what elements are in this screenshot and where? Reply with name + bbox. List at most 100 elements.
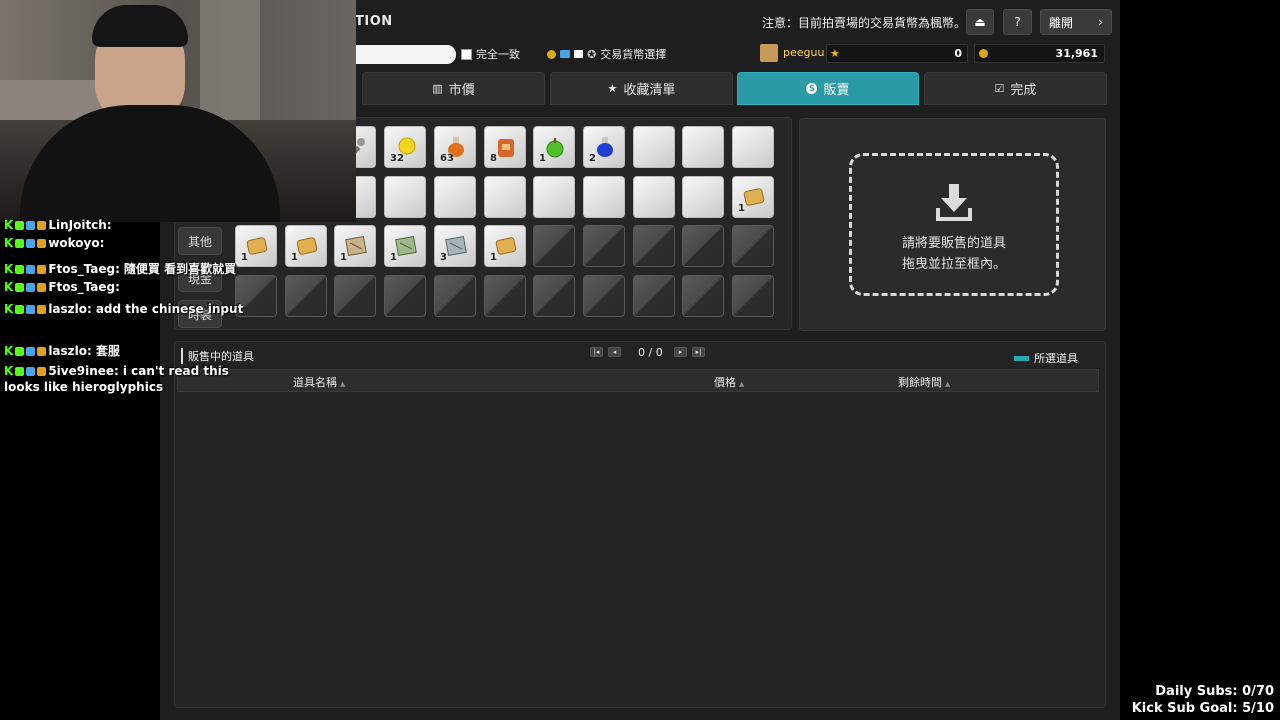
legend-swatch xyxy=(1014,355,1029,361)
empty-slot[interactable] xyxy=(434,176,476,218)
empty-slot[interactable] xyxy=(732,126,774,168)
empty-slot[interactable] xyxy=(533,176,575,218)
inventory-item-scroll-gold[interactable]: 1 xyxy=(732,176,774,218)
empty-slot[interactable] xyxy=(633,176,675,218)
empty-slot[interactable] xyxy=(682,126,724,168)
locked-slot[interactable] xyxy=(533,275,575,317)
locked-slot[interactable] xyxy=(334,275,376,317)
chat-badge-icon xyxy=(26,221,36,230)
locked-slot[interactable] xyxy=(732,275,774,317)
item-quantity: 1 xyxy=(340,252,347,263)
chat-badge-icon xyxy=(15,239,25,248)
locked-slot[interactable] xyxy=(682,275,724,317)
empty-slot[interactable] xyxy=(682,176,724,218)
inventory-item-yellow-orb[interactable]: 32 xyxy=(384,126,426,168)
inventory-item-potion-blue[interactable]: 2 xyxy=(583,126,625,168)
inventory-item-map-green[interactable]: 1 xyxy=(384,225,426,267)
column-price[interactable]: 價格 ▲ xyxy=(714,374,744,390)
download-icon xyxy=(936,184,972,221)
locked-slot[interactable] xyxy=(285,275,327,317)
chat-badge-icon xyxy=(26,367,36,376)
chat-badge-icon xyxy=(26,265,36,274)
locked-slot[interactable] xyxy=(583,225,625,267)
chat-badge-icon xyxy=(15,347,25,356)
locked-slot[interactable] xyxy=(384,275,426,317)
inventory-item-scroll-gold[interactable]: 1 xyxy=(235,225,277,267)
page-indicator: 0 / 0 xyxy=(638,346,663,359)
column-item-name[interactable]: 道具名稱 ▲ xyxy=(293,374,345,390)
ticket-icon xyxy=(574,50,583,58)
chat-username: laszlo: xyxy=(48,302,92,316)
exact-match-checkbox[interactable] xyxy=(461,48,472,60)
chat-message: Klaszlo: 套服 xyxy=(4,342,120,359)
first-page-button[interactable]: |◂ xyxy=(590,347,603,357)
item-quantity: 1 xyxy=(291,252,298,263)
locked-slot[interactable] xyxy=(583,275,625,317)
selected-item-legend: 所選道具 xyxy=(1014,350,1078,366)
kick-badge-icon: K xyxy=(4,302,14,316)
help-button[interactable]: ? xyxy=(1003,9,1032,35)
inventory-item-map-brown[interactable]: 1 xyxy=(334,225,376,267)
legend-label: 所選道具 xyxy=(1034,352,1078,365)
empty-slot[interactable] xyxy=(583,176,625,218)
exact-match-label: 完全一致 xyxy=(476,48,520,61)
inventory-item-scroll-gold[interactable]: 1 xyxy=(484,225,526,267)
chat-badge-icon xyxy=(37,305,47,314)
inventory-item-bag-orange[interactable]: 8 xyxy=(484,126,526,168)
currency-select[interactable]: ✪ 交易貨幣選擇 xyxy=(547,46,666,62)
inventory-item-scroll-gold[interactable]: 1 xyxy=(285,225,327,267)
leave-button[interactable]: 離開 › xyxy=(1040,9,1112,35)
empty-slot[interactable] xyxy=(484,176,526,218)
chat-badge-icon xyxy=(26,239,36,248)
kick-sub-goal: Kick Sub Goal: 5/10 xyxy=(1131,701,1274,716)
collapse-button[interactable]: ⏏ xyxy=(966,9,994,35)
column-time-left[interactable]: 剩餘時間 ▲ xyxy=(898,374,950,390)
locked-slot[interactable] xyxy=(533,225,575,267)
tab-sell[interactable]: S 販賣 xyxy=(737,72,919,105)
chat-message: Klaszlo: add the chinese input xyxy=(4,302,243,316)
star-points-value: 0 xyxy=(954,47,962,60)
inventory-item-potion-orange[interactable]: 63 xyxy=(434,126,476,168)
coin-s-icon: S xyxy=(806,83,818,94)
locked-slot[interactable] xyxy=(682,225,724,267)
empty-slot[interactable] xyxy=(633,126,675,168)
tab-completed[interactable]: ☑ 完成 xyxy=(924,72,1107,105)
sort-icon: ▲ xyxy=(945,380,951,388)
locked-slot[interactable] xyxy=(484,275,526,317)
locked-slot[interactable] xyxy=(434,275,476,317)
tab-wishlist[interactable]: ★ 收藏清單 xyxy=(550,72,733,105)
star-icon: ★ xyxy=(830,47,840,60)
item-quantity: 1 xyxy=(490,252,497,263)
chat-badge-icon xyxy=(26,283,36,292)
locked-slot[interactable] xyxy=(633,225,675,267)
tab-market-price[interactable]: ▥ 市價 xyxy=(362,72,545,105)
tab-label: 市價 xyxy=(448,83,475,98)
chat-badge-icon xyxy=(37,239,47,248)
chat-text: looks like hieroglyphics xyxy=(4,380,164,394)
next-page-button[interactable]: ▸ xyxy=(674,347,687,357)
locked-slot[interactable] xyxy=(732,225,774,267)
username: peeguu xyxy=(783,46,825,59)
map-green-icon xyxy=(395,235,417,257)
inventory-item-apple[interactable]: 1 xyxy=(533,126,575,168)
scroll-gold-icon xyxy=(495,237,517,255)
sort-icon: ▲ xyxy=(340,380,346,388)
side-tab-label: 其他 xyxy=(187,234,212,249)
inventory-item-map-gray[interactable]: 3 xyxy=(434,225,476,267)
last-page-button[interactable]: ▸| xyxy=(692,347,705,357)
chat-badge-icon xyxy=(37,367,47,376)
empty-slot[interactable] xyxy=(384,176,426,218)
exact-match-option[interactable]: 完全一致 xyxy=(461,46,520,62)
scroll-gold-icon xyxy=(296,237,318,255)
sort-icon: ▲ xyxy=(739,380,745,388)
locked-slot[interactable] xyxy=(633,275,675,317)
help-label: ? xyxy=(1014,15,1021,29)
chat-username: laszlo: xyxy=(48,344,92,358)
prev-page-button[interactable]: ◂ xyxy=(608,347,621,357)
chat-badge-icon xyxy=(37,283,47,292)
inventory-tab-etc[interactable]: 其他 xyxy=(178,227,222,255)
potion-blue-icon xyxy=(597,137,613,157)
chat-message: K Ftos_Taeg: xyxy=(4,280,124,294)
search-input[interactable] xyxy=(355,45,456,64)
chat-message: Kwokoyo: xyxy=(4,236,108,250)
